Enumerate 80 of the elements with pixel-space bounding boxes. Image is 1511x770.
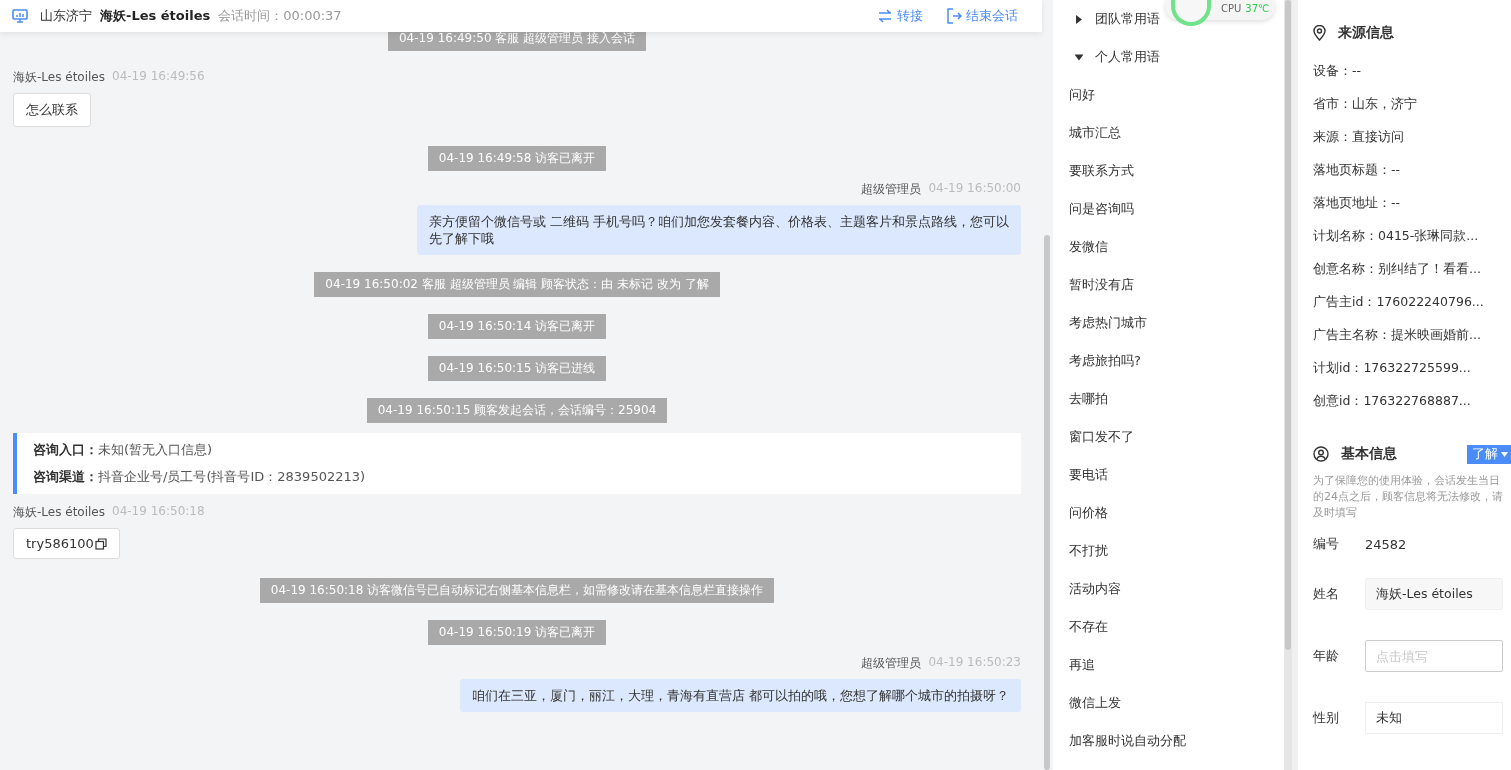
phrase-item[interactable]: 不打扰	[1069, 532, 1114, 570]
phrase-item[interactable]: 城市汇总	[1069, 114, 1127, 152]
field-label: 姓名	[1313, 585, 1340, 603]
field-label: 编号	[1313, 535, 1340, 553]
sender-name: 海妖-Les étoiles	[13, 69, 105, 86]
system-message: 04-19 16:50:02 客服 超级管理员 编辑 顾客状态：由 未标记 改为 了解	[314, 272, 720, 297]
monitor-icon	[12, 8, 28, 24]
message-time: 04-19 16:50:23	[928, 655, 1021, 671]
visitor-region: 山东济宁	[40, 7, 92, 25]
notice-text: 为了保障您的使用体验，会话发生当日的24点之后，顾客信息将无法修改，请及时填写	[1313, 473, 1504, 521]
phrase-item[interactable]: 窗口发不了	[1069, 418, 1140, 456]
visitor-message: 怎么联系	[13, 93, 91, 127]
phrase-item[interactable]: 要联系方式	[1069, 152, 1140, 190]
source-info-row-text: 广告主id：176022240796...	[1313, 293, 1485, 311]
sender-name: 海妖-Les étoiles	[13, 504, 105, 521]
section-title: 来源信息	[1338, 24, 1394, 42]
source-info-row-text: 设备：--	[1313, 62, 1363, 80]
message-time: 04-19 16:49:56	[112, 69, 205, 85]
field-label: 年龄	[1313, 647, 1340, 665]
source-info-row-text: 落地页地址：--	[1313, 194, 1402, 212]
user-circle-icon	[1313, 446, 1329, 462]
field-value: 24582	[1365, 536, 1407, 552]
sender-name: 超级管理员	[861, 181, 922, 198]
phrase-group-title: 个人常用语	[1095, 48, 1160, 66]
message-time: 04-19 16:50:18	[112, 504, 205, 520]
system-message: 04-19 16:50:14 访客已离开	[427, 314, 607, 339]
phrase-item[interactable]: 不存在	[1069, 608, 1114, 646]
info-label: 咨询渠道：	[33, 469, 98, 484]
source-info-row-text: 来源：直接访问	[1313, 128, 1405, 146]
phrase-item[interactable]: 考虑热门城市	[1069, 304, 1153, 342]
phrase-item[interactable]: 去哪拍	[1069, 380, 1114, 418]
source-info-row-text: 广告主名称：提米映画婚前...	[1313, 326, 1482, 344]
system-message: 04-19 16:49:58 访客已离开	[427, 146, 607, 171]
source-info-row-text: 创意id：176322768887...	[1313, 392, 1472, 410]
phrase-item[interactable]: 问价格	[1069, 494, 1114, 532]
field-label: 性别	[1313, 709, 1340, 727]
phrase-item[interactable]: 微信上发	[1069, 684, 1127, 722]
source-info-row-text: 计划id：176322725599...	[1313, 359, 1472, 377]
phrase-item[interactable]: 问是咨询吗	[1069, 190, 1140, 228]
visitor-message: try586100	[13, 528, 120, 559]
system-message: 04-19 16:50:15 顾客发起会话，会话编号：25904	[366, 398, 668, 423]
source-info-row-text: 计划名称：0415-张琳同款...	[1313, 227, 1480, 245]
system-message: 04-19 16:50:19 访客已离开	[427, 620, 607, 645]
scrollbar-thumb[interactable]	[1044, 235, 1050, 770]
location-pin-icon	[1313, 25, 1326, 41]
info-value: 抖音企业号/员工号(抖音号ID：2839502213)	[98, 469, 366, 484]
phrase-item[interactable]: 暂时没有店	[1069, 266, 1140, 304]
phrase-item[interactable]: 再追	[1069, 646, 1101, 684]
sender-name: 超级管理员	[861, 655, 922, 672]
swap-arrows-icon	[877, 9, 893, 23]
phrase-item[interactable]: 加客服时说自动分配	[1069, 722, 1192, 760]
session-time: 会话时间：00:00:37	[218, 7, 342, 25]
system-message: 04-19 16:50:15 访客已进线	[427, 356, 607, 381]
system-message: 04-19 16:50:18 访客微信号已自动标记右侧基本信息栏，如需修改请在基本信息栏直接操作	[259, 578, 775, 603]
phrase-item[interactable]: 发微信	[1069, 228, 1114, 266]
phrase-item[interactable]: 活动内容	[1069, 570, 1127, 608]
info-label: 咨询入口：	[33, 442, 98, 457]
phrase-item[interactable]: 要电话	[1069, 456, 1114, 494]
caret-icon	[1501, 451, 1508, 457]
message-time: 04-19 16:50:00	[928, 181, 1021, 197]
section-title: 基本信息	[1341, 445, 1397, 463]
exit-icon	[947, 8, 962, 24]
phrase-group-toggle[interactable]: 团队常用语	[1069, 0, 1164, 38]
info-value: 未知(暂无入口信息)	[98, 442, 213, 457]
cpu-label: CPU	[1221, 2, 1242, 16]
phrase-group-title: 团队常用语	[1095, 10, 1160, 28]
source-info-row-text: 落地页标题：--	[1313, 161, 1402, 179]
input-field[interactable]: 海妖-Les étoiles	[1365, 578, 1503, 610]
phrase-group-toggle[interactable]: 个人常用语	[1069, 38, 1164, 76]
visitor-name: 海妖-Les étoiles	[100, 7, 211, 25]
agent-message: 咱们在三亚，厦门，丽江，大理，青海有直营店 都可以拍的哦，您想了解哪个城市的拍摄呀？	[460, 679, 1021, 712]
scrollbar-thumb[interactable]	[1285, 0, 1291, 650]
source-info-row-text: 省市：山东，济宁	[1313, 95, 1418, 113]
cpu-temperature: 37℃	[1245, 2, 1270, 16]
phrase-item[interactable]: 考虑旅拍吗?	[1069, 342, 1147, 380]
copy-icon[interactable]	[94, 537, 107, 550]
agent-message: 亲方便留个微信号或 二维码 手机号吗？咱们加您发套餐内容、价格表、主题客片和景点路线，您可以先了解下哦	[417, 205, 1021, 255]
select-field[interactable]: 未知	[1365, 702, 1503, 734]
source-info-row-text: 创意名称：别纠结了！看看...	[1313, 260, 1482, 278]
phrase-item[interactable]: 问好	[1069, 76, 1101, 114]
